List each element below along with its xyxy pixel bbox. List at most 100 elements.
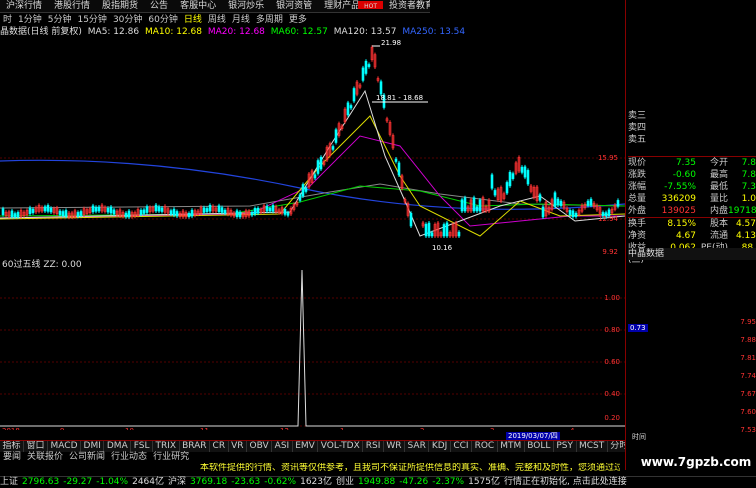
period-tab[interactable]: 1分钟 — [15, 14, 45, 26]
period-tab[interactable]: 5分钟 — [45, 14, 75, 26]
q-label: 总量 — [628, 194, 647, 204]
high-label: 21.98 — [381, 39, 401, 47]
indicator-tab[interactable]: ASI — [272, 441, 293, 452]
period-tab[interactable]: 月线 — [229, 14, 253, 26]
candle — [316, 160, 320, 174]
candle — [10, 210, 14, 218]
low-label: 10.16 — [432, 244, 453, 252]
indicator-tab[interactable]: FSL — [131, 441, 153, 452]
indicator-tab[interactable]: MTM — [498, 441, 525, 452]
index-value: 3769.18 — [190, 477, 228, 487]
candle — [238, 211, 242, 218]
candle — [142, 209, 146, 214]
indicator-tab[interactable]: KDJ — [429, 441, 451, 452]
ask-label: 卖三 — [628, 111, 647, 121]
q-value: 4.67 — [675, 231, 696, 241]
indicator-tab[interactable]: CR — [210, 441, 229, 452]
indicator-tab[interactable]: PSY — [554, 441, 577, 452]
info-tab[interactable]: 要闻 — [0, 452, 24, 462]
candle — [1, 208, 5, 215]
candle — [13, 213, 17, 218]
candle — [205, 208, 209, 212]
connection-status[interactable]: 行情正在初始化, 点击此处连接 — [504, 477, 627, 488]
candle — [76, 212, 80, 217]
candle — [574, 212, 578, 217]
indicator-tab[interactable]: DMA — [104, 441, 132, 452]
indicator-tab[interactable]: DMI — [81, 441, 105, 452]
period-tab[interactable]: 15分钟 — [74, 14, 109, 26]
candle — [394, 158, 398, 162]
disclaimer: 本软件提供的行情、资讯等仅供参考，且我司不保证所提供信息的真实、准确、完整和及时… — [200, 463, 620, 473]
menu-item[interactable]: 沪深行情 — [0, 0, 48, 12]
candle — [505, 182, 509, 194]
index-label: 创业 — [336, 477, 355, 487]
side-tick: 7.53 — [740, 426, 756, 434]
menu-item[interactable]: 银河炒乐 — [222, 0, 270, 12]
candle — [460, 199, 464, 212]
menu-item[interactable]: 股指期货 — [96, 0, 144, 12]
indicator-tab[interactable]: MACD — [48, 441, 82, 452]
menu-item[interactable]: 公告 — [144, 0, 174, 12]
candle — [553, 192, 557, 207]
q-label: 净资 — [628, 231, 647, 241]
indicator-tab[interactable]: OBV — [247, 441, 273, 452]
candle — [109, 206, 113, 214]
sector-label[interactable]: 中晶数据 — [628, 248, 756, 260]
period-tab[interactable]: 周线 — [205, 14, 229, 26]
time-tick: 2018 — [2, 427, 20, 430]
info-tab[interactable]: 行业研究 — [150, 452, 192, 462]
candle — [445, 222, 449, 237]
indicator-tab[interactable]: CCI — [451, 441, 473, 452]
indicator-tab[interactable]: BOLL — [525, 441, 554, 452]
period-tab[interactable]: 更多 — [286, 14, 310, 26]
indicator-tab[interactable]: 窗口 — [24, 441, 49, 452]
info-tab[interactable]: 行业动态 — [108, 452, 150, 462]
candle — [538, 194, 542, 201]
candle — [472, 197, 476, 212]
period-tab[interactable]: 60分钟 — [145, 14, 180, 26]
side-marker: 0.73 — [628, 324, 648, 332]
candle — [346, 102, 350, 116]
indicator-tab[interactable]: MCST — [577, 441, 608, 452]
period-tab[interactable]: 时 — [0, 14, 15, 26]
menu-item[interactable]: 客服中心 — [174, 0, 222, 12]
info-tab[interactable]: 关联报价 — [24, 452, 66, 462]
q-label: 今开 — [709, 158, 728, 168]
indicator-tab[interactable]: WR — [384, 441, 406, 452]
index-pct: -0.62% — [264, 477, 297, 487]
q-value: -7.55% — [664, 182, 696, 192]
period-tab[interactable]: 多周期 — [253, 14, 286, 26]
candle — [367, 64, 371, 67]
menu-item[interactable]: 港股行情 — [48, 0, 96, 12]
indicator-tab[interactable]: RSI — [363, 441, 384, 452]
indicator-tab[interactable]: BRAR — [180, 441, 211, 452]
menu-item[interactable]: 银河资管 — [270, 0, 318, 12]
candle — [427, 222, 431, 237]
candle — [364, 60, 368, 74]
indicator-tab[interactable]: TRIX — [153, 441, 180, 452]
q-value: 7.3 — [741, 182, 756, 192]
candle — [397, 162, 401, 176]
time-tick: 3 — [490, 427, 494, 430]
period-tab[interactable]: 30分钟 — [110, 14, 145, 26]
period-tab-active[interactable]: 日线 — [181, 14, 205, 26]
indicator-tab[interactable]: 分时图 — [608, 441, 625, 452]
candle — [526, 170, 530, 185]
indicator-tab[interactable]: SAR — [405, 441, 430, 452]
indicator-tab[interactable]: VR — [229, 441, 248, 452]
candle — [457, 231, 461, 237]
index-value: 1949.88 — [358, 477, 396, 487]
candlestick-chart[interactable]: 21.98 18.81 - 18.68 10.16 15.95 12.94 9.… — [0, 36, 625, 258]
indicator-tab[interactable]: EMV — [293, 441, 319, 452]
hot-badge: HOT — [358, 1, 384, 10]
candle — [286, 212, 290, 216]
candle — [106, 207, 110, 213]
indicator-tab[interactable]: 指标 — [0, 441, 25, 452]
candle — [298, 194, 302, 201]
candle — [61, 211, 65, 217]
indicator-chart[interactable]: 1.00 0.80 0.60 0.40 0.20 2018 9 10 11 12… — [0, 270, 625, 430]
indicator-tab[interactable]: ROC — [472, 441, 498, 452]
menu-item[interactable]: 投资者教育 — [383, 0, 430, 12]
indicator-tab[interactable]: VOL-TDX — [318, 441, 364, 452]
info-tab[interactable]: 公司新闻 — [66, 452, 108, 462]
